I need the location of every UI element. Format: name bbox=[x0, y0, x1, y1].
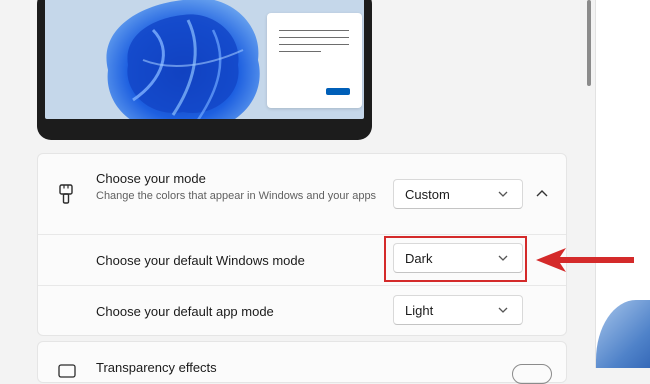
transparency-toggle[interactable] bbox=[512, 364, 552, 384]
paintbrush-icon bbox=[59, 184, 73, 204]
choose-mode-row: Choose your mode Change the colors that … bbox=[38, 154, 566, 234]
chevron-up-icon bbox=[536, 190, 548, 197]
preview-window bbox=[267, 13, 362, 108]
wallpaper-bloom bbox=[106, 0, 260, 119]
preview-accent-button bbox=[326, 88, 350, 95]
choose-mode-title: Choose your mode bbox=[96, 171, 206, 186]
wallpaper-bloom-corner bbox=[596, 300, 650, 368]
scrollbar-thumb[interactable] bbox=[587, 0, 591, 86]
preview-line bbox=[279, 30, 349, 31]
chevron-down-icon bbox=[498, 307, 508, 313]
transparency-icon bbox=[58, 364, 76, 378]
chevron-down-icon bbox=[498, 191, 508, 197]
theme-preview bbox=[37, 0, 372, 140]
preview-line bbox=[279, 37, 349, 38]
app-mode-row: Choose your default app mode Light bbox=[38, 286, 566, 335]
transparency-card: Transparency effects bbox=[37, 341, 567, 384]
highlight-box bbox=[384, 236, 527, 282]
preview-screen bbox=[45, 0, 364, 119]
windows-mode-label: Choose your default Windows mode bbox=[96, 253, 305, 268]
desktop-background bbox=[595, 0, 650, 368]
red-arrow-icon bbox=[536, 248, 634, 272]
app-mode-value: Light bbox=[405, 303, 434, 318]
preview-line bbox=[279, 44, 349, 45]
app-mode-dropdown[interactable]: Light bbox=[393, 295, 523, 325]
app-mode-label: Choose your default app mode bbox=[96, 304, 274, 319]
collapse-button[interactable] bbox=[527, 179, 557, 209]
mode-dropdown-value: Custom bbox=[405, 187, 450, 202]
mode-dropdown[interactable]: Custom bbox=[393, 179, 523, 209]
preview-line bbox=[279, 51, 321, 52]
choose-mode-description: Change the colors that appear in Windows… bbox=[96, 190, 377, 202]
